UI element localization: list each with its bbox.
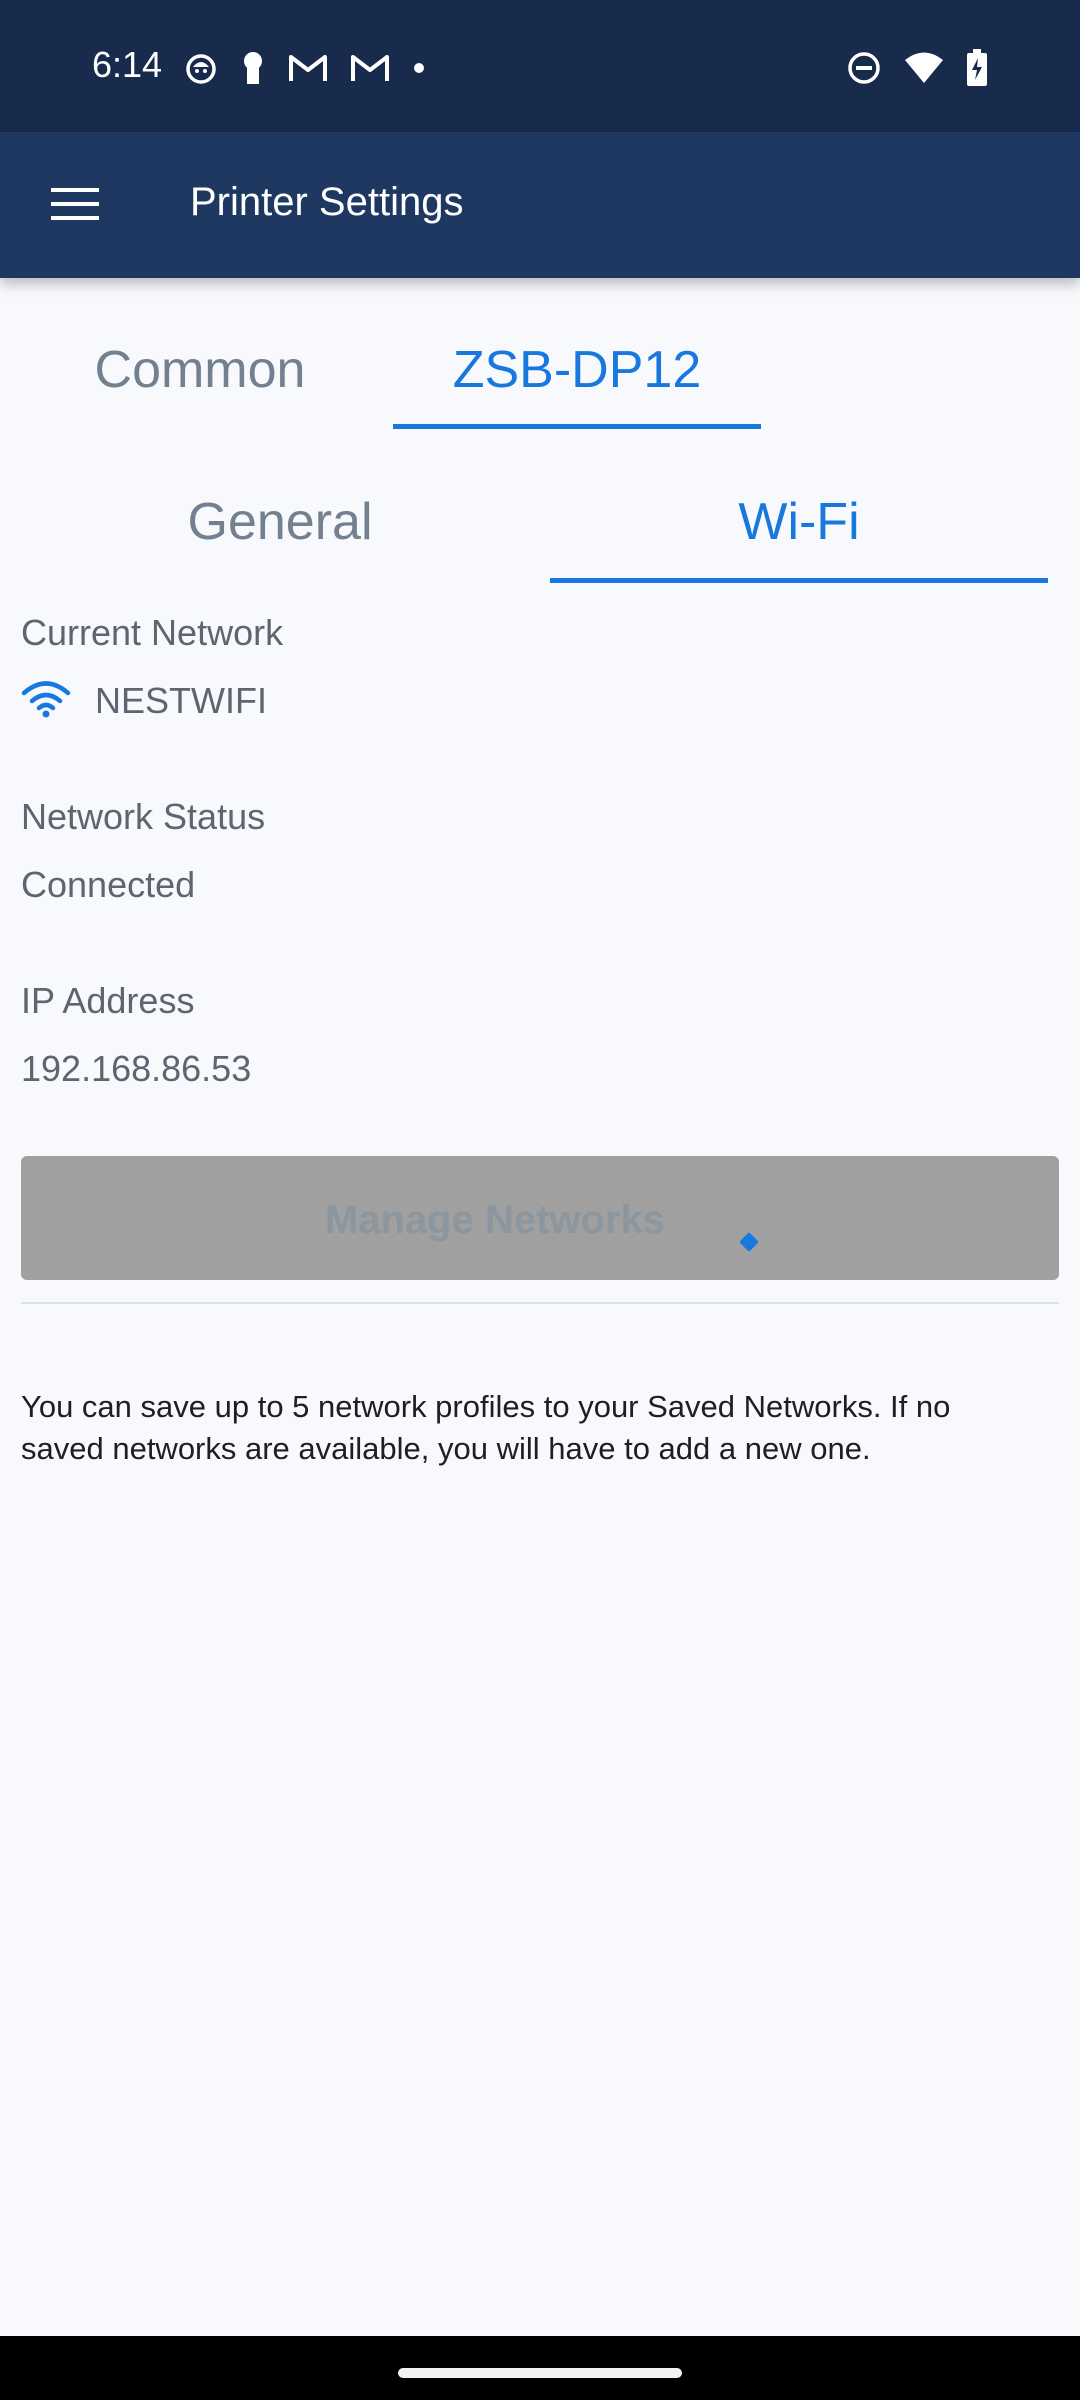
app-bar: Printer Settings xyxy=(0,132,1080,278)
status-bar: 6:14 xyxy=(0,0,1080,132)
do-not-disturb-icon xyxy=(846,50,882,86)
ip-address-value: 192.168.86.53 xyxy=(21,1048,252,1089)
gmail-icon xyxy=(288,53,328,83)
wifi-signal-icon xyxy=(904,51,944,85)
battery-charging-icon xyxy=(966,49,988,87)
notification-icons xyxy=(184,48,426,88)
tab-wifi[interactable]: Wi-Fi xyxy=(550,492,1048,552)
menu-button[interactable] xyxy=(40,170,110,240)
tab-printer-device[interactable]: ZSB-DP12 xyxy=(393,340,761,400)
cat-notification-icon xyxy=(184,51,218,85)
manage-networks-label: Manage Networks xyxy=(324,1198,666,1242)
network-status-label: Network Status xyxy=(21,796,266,837)
current-network-name: NESTWIFI xyxy=(95,680,267,721)
current-network-row: NESTWIFI xyxy=(21,676,267,726)
system-icons xyxy=(846,48,988,88)
settings-tabs: General Wi-Fi xyxy=(0,430,1080,584)
manage-networks-button[interactable]: Manage Networks xyxy=(21,1156,1059,1280)
ip-address-label: IP Address xyxy=(21,980,195,1021)
printer-tabs: Common ZSB-DP12 xyxy=(0,278,1080,430)
dot-icon xyxy=(412,61,426,75)
gmail-icon xyxy=(350,53,390,83)
tab-selected-indicator xyxy=(550,578,1048,583)
home-gesture-handle[interactable] xyxy=(398,2368,682,2378)
divider xyxy=(21,1302,1059,1304)
saved-networks-info: You can save up to 5 network profiles to… xyxy=(21,1389,951,1466)
status-time: 6:14 xyxy=(92,44,163,85)
navigation-bar xyxy=(0,2336,1080,2400)
tab-selected-indicator xyxy=(393,424,761,429)
wifi-icon xyxy=(21,680,71,723)
current-network-label: Current Network xyxy=(21,612,284,653)
tab-general[interactable]: General xyxy=(0,492,560,552)
hamburger-menu-icon xyxy=(51,186,99,225)
tab-common[interactable]: Common xyxy=(60,340,340,400)
network-status-value: Connected xyxy=(21,864,196,905)
keyhole-icon xyxy=(240,50,266,86)
page-title: Printer Settings xyxy=(190,180,464,224)
